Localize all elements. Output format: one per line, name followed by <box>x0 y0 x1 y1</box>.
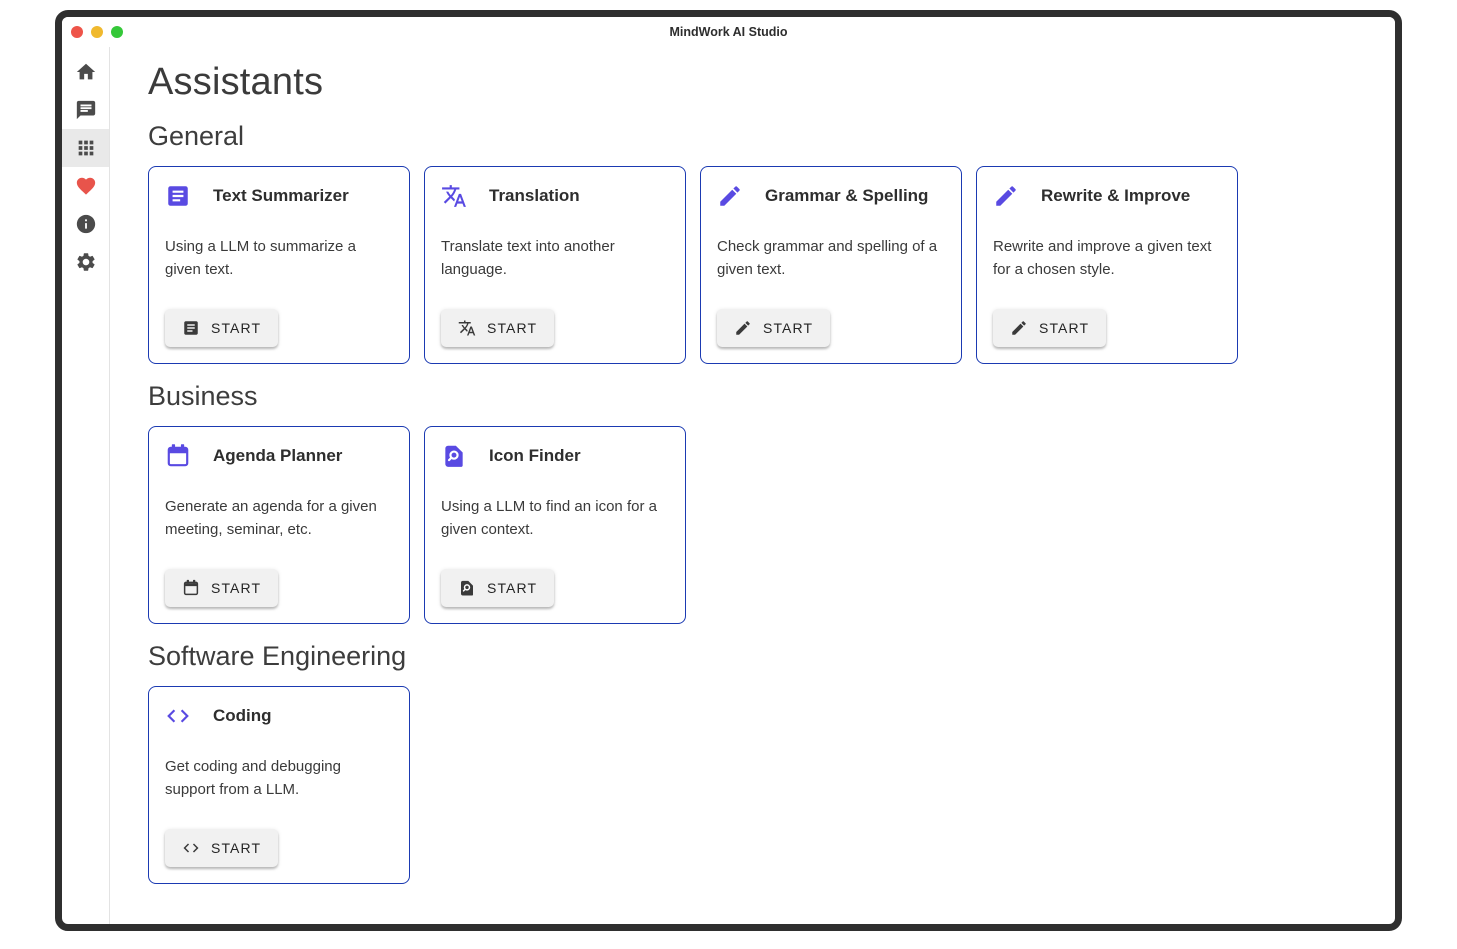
card-description: Translate text into another language. <box>441 236 669 281</box>
card-description: Get coding and debugging support from a … <box>165 756 393 801</box>
card-title: Grammar & Spelling <box>765 186 928 206</box>
translate-icon <box>441 183 467 209</box>
article-icon <box>165 183 191 209</box>
start-button[interactable]: START <box>165 569 278 607</box>
card-row-business: Agenda Planner Generate an agenda for a … <box>148 426 1371 624</box>
traffic-lights <box>62 26 123 38</box>
section-title-business: Business <box>148 381 1371 412</box>
calendar-icon <box>182 579 200 597</box>
sidebar-item-assistants[interactable] <box>62 129 109 167</box>
find-in-page-icon <box>458 579 476 597</box>
start-button[interactable]: START <box>165 309 278 347</box>
assistant-card-icon-finder: Icon Finder Using a LLM to find an icon … <box>424 426 686 624</box>
assistant-card-grammar-spelling: Grammar & Spelling Check grammar and spe… <box>700 166 962 364</box>
app-window: MindWork AI Studio Assistants <box>55 10 1402 931</box>
close-window-button[interactable] <box>71 26 83 38</box>
assistant-card-agenda-planner: Agenda Planner Generate an agenda for a … <box>148 426 410 624</box>
sidebar-item-chats[interactable] <box>62 91 109 129</box>
start-button[interactable]: START <box>165 829 278 867</box>
card-description: Using a LLM to summarize a given text. <box>165 236 393 281</box>
article-icon <box>182 319 200 337</box>
start-button[interactable]: START <box>717 309 830 347</box>
assistant-card-translation: Translation Translate text into another … <box>424 166 686 364</box>
card-title: Text Summarizer <box>213 186 349 206</box>
home-icon <box>75 61 97 83</box>
section-title-general: General <box>148 121 1371 152</box>
card-description: Generate an agenda for a given meeting, … <box>165 496 393 541</box>
find-in-page-icon <box>441 443 467 469</box>
card-row-general: Text Summarizer Using a LLM to summarize… <box>148 166 1371 364</box>
heart-icon <box>75 175 97 197</box>
card-title: Icon Finder <box>489 446 581 466</box>
sidebar-item-home[interactable] <box>62 53 109 91</box>
start-button[interactable]: START <box>993 309 1106 347</box>
pencil-icon <box>993 183 1019 209</box>
settings-gear-icon <box>75 251 97 273</box>
info-icon <box>75 213 97 235</box>
code-icon <box>165 703 191 729</box>
card-description: Rewrite and improve a given text for a c… <box>993 236 1221 281</box>
card-title: Translation <box>489 186 580 206</box>
sidebar-item-settings[interactable] <box>62 243 109 281</box>
start-button[interactable]: START <box>441 309 554 347</box>
zoom-window-button[interactable] <box>111 26 123 38</box>
sidebar-item-favorites[interactable] <box>62 167 109 205</box>
pencil-icon <box>734 319 752 337</box>
card-title: Agenda Planner <box>213 446 342 466</box>
calendar-icon <box>165 443 191 469</box>
card-title: Coding <box>213 706 272 726</box>
main-content: Assistants General Text Summarizer Using… <box>110 47 1395 924</box>
card-title: Rewrite & Improve <box>1041 186 1190 206</box>
assistant-card-coding: Coding Get coding and debugging support … <box>148 686 410 884</box>
chat-icon <box>75 99 97 121</box>
translate-icon <box>458 319 476 337</box>
title-bar: MindWork AI Studio <box>62 17 1395 47</box>
assistant-card-rewrite-improve: Rewrite & Improve Rewrite and improve a … <box>976 166 1238 364</box>
card-description: Using a LLM to find an icon for a given … <box>441 496 669 541</box>
apps-grid-icon <box>75 137 97 159</box>
sidebar-item-info[interactable] <box>62 205 109 243</box>
page-title: Assistants <box>148 61 1371 104</box>
pencil-icon <box>717 183 743 209</box>
start-button[interactable]: START <box>441 569 554 607</box>
sidebar <box>62 47 110 924</box>
pencil-icon <box>1010 319 1028 337</box>
assistant-card-text-summarizer: Text Summarizer Using a LLM to summarize… <box>148 166 410 364</box>
card-description: Check grammar and spelling of a given te… <box>717 236 945 281</box>
window-title: MindWork AI Studio <box>62 25 1395 39</box>
card-row-software-engineering: Coding Get coding and debugging support … <box>148 686 1371 884</box>
minimize-window-button[interactable] <box>91 26 103 38</box>
section-title-software-engineering: Software Engineering <box>148 641 1371 672</box>
code-icon <box>182 839 200 857</box>
